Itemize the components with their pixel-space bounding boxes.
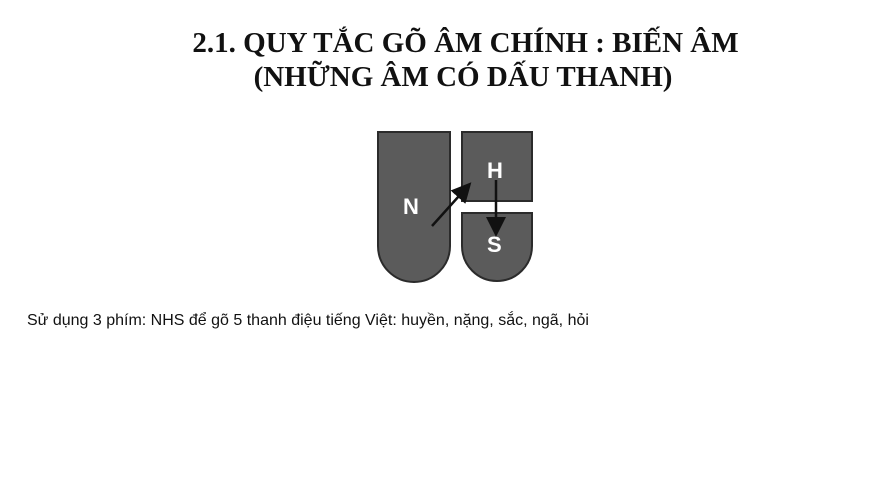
instruction-text: Sử dụng 3 phím: NHS để gõ 5 thanh điệu t… [27, 312, 589, 329]
slide: 2.1. QUY TẮC GÕ ÂM CHÍNH : BIẾN ÂM (NHỮN… [0, 0, 886, 480]
title-line-2: (NHỮNG ÂM CÓ DẤU THANH) [253, 61, 673, 93]
key-h-label: H [487, 158, 503, 183]
title-line-1: 2.1. QUY TẮC GÕ ÂM CHÍNH : BIẾN ÂM [192, 27, 739, 59]
slide-title: 2.1. QUY TẮC GÕ ÂM CHÍNH : BIẾN ÂM (NHỮN… [0, 26, 886, 94]
nhs-key-diagram: N H S [377, 131, 533, 283]
key-n-label: N [403, 194, 419, 219]
key-s-label: S [487, 232, 502, 257]
